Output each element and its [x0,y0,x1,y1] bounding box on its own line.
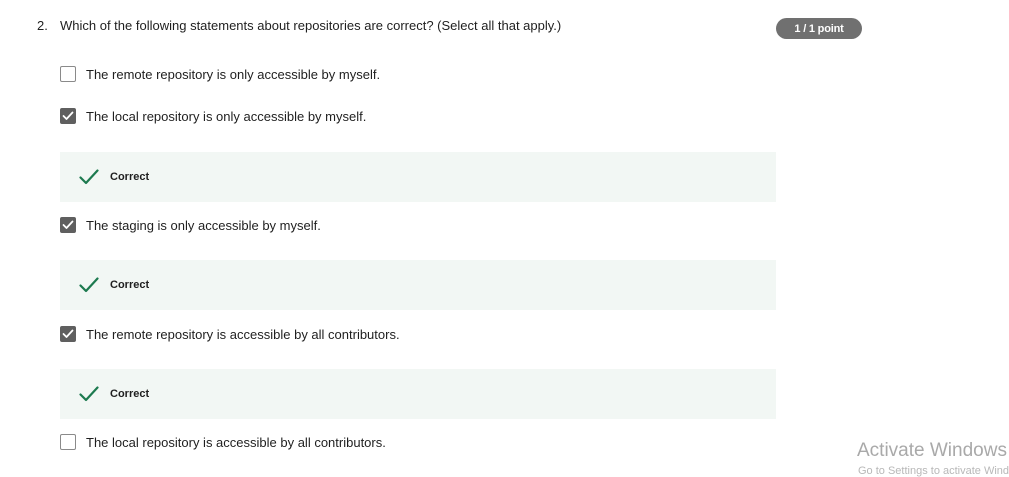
checkmark-icon [79,385,99,403]
checkbox[interactable] [60,108,76,124]
checkmark-icon [79,276,99,294]
answer-option-label: The staging is only accessible by myself… [86,217,321,233]
checkmark-stroke [79,386,99,402]
answer-option[interactable]: The local repository is only accessible … [60,107,366,125]
checkbox[interactable] [60,66,76,82]
answer-option-label: The remote repository is only accessible… [86,66,381,82]
answer-option[interactable]: The staging is only accessible by myself… [60,216,321,234]
activation-watermark-title: Activate Windows [857,440,1007,461]
answer-option-label: The local repository is accessible by al… [86,434,386,450]
feedback-label: Correct [110,279,150,291]
checkbox-tick-icon [62,220,74,229]
points-badge: 1 / 1 point [776,18,862,39]
checkbox[interactable] [60,217,76,233]
feedback-label: Correct [110,171,150,183]
answer-option[interactable]: The remote repository is accessible by a… [60,325,400,343]
question-text: Which of the following statements about … [60,18,562,33]
correct-feedback: Correct [60,260,776,310]
answer-option[interactable]: The remote repository is only accessible… [60,65,380,83]
checkmark-stroke [79,169,99,185]
feedback-label: Correct [110,388,150,400]
checkmark-stroke [79,277,99,293]
correct-feedback: Correct [60,369,776,419]
checkmark-icon [79,168,99,186]
answer-option[interactable]: The local repository is accessible by al… [60,433,386,451]
answer-option-label: The remote repository is accessible by a… [86,326,400,342]
question-number: 2. [37,18,48,33]
checkbox[interactable] [60,326,76,342]
correct-feedback: Correct [60,152,776,202]
checkbox-tick-icon [62,111,74,120]
activation-watermark-subtitle: Go to Settings to activate Windows. [858,465,1009,477]
checkbox[interactable] [60,434,76,450]
answer-option-label: The local repository is only accessible … [86,108,367,124]
checkbox-tick-icon [62,329,74,338]
